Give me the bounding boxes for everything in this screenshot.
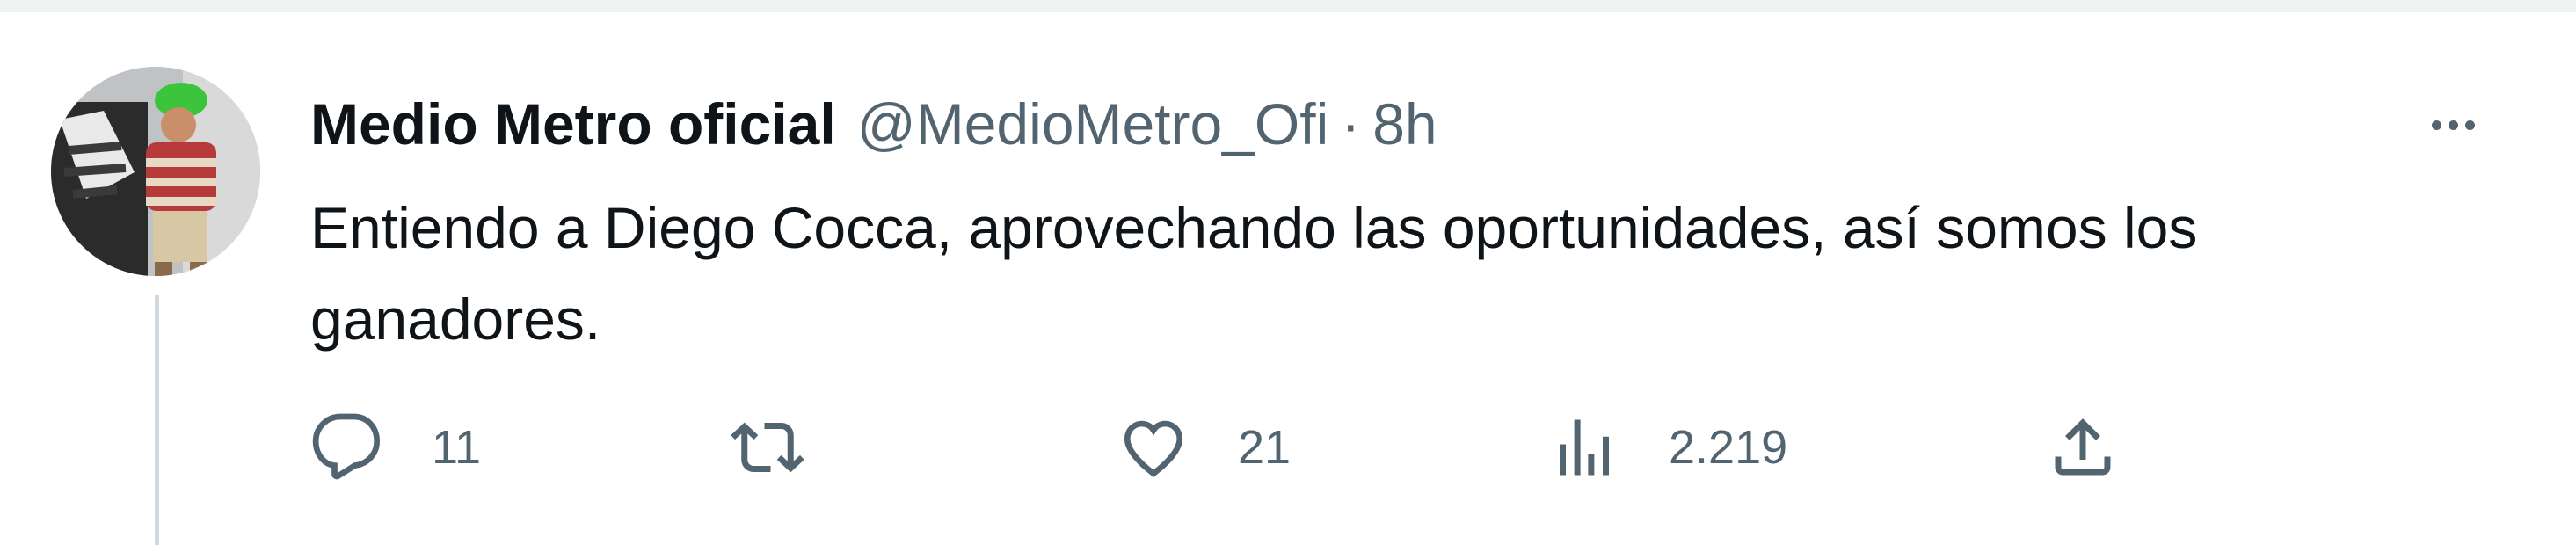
retweet-icon [731,422,804,473]
tweet-header: Medio Metro oficial @MedioMetro_Ofi · 8h [310,84,1437,164]
timeline-divider [0,0,2576,12]
more-icon [2431,120,2441,130]
views-icon [1560,419,1609,476]
share-icon [2055,418,2111,476]
more-icon-dot [2448,120,2458,130]
like-button[interactable]: 21 [1117,403,1291,491]
avatar[interactable] [51,67,260,276]
user-handle[interactable]: @MedioMetro_Ofi [857,91,1329,157]
tweet[interactable]: Medio Metro oficial @MedioMetro_Ofi · 8h… [0,12,2576,545]
tweet-text: Entiendo a Diego Cocca, aprovechando las… [310,195,2198,352]
avatar-image [51,67,260,276]
separator-dot: · [1341,91,1361,156]
timestamp[interactable]: 8h [1372,91,1437,157]
reply-icon [312,413,381,480]
thread-line [155,295,159,545]
reply-button[interactable]: 11 [310,403,481,491]
like-count: 21 [1238,421,1292,474]
reply-count: 11 [432,421,482,474]
views-count: 2.219 [1669,421,1788,474]
heart-icon [1124,420,1183,478]
share-button[interactable] [2046,403,2120,491]
display-name[interactable]: Medio Metro oficial [310,91,836,157]
more-icon-dot [2464,120,2475,130]
retweet-button[interactable] [731,403,852,491]
action-bar: 11 21 2.219 [310,403,2157,491]
more-button[interactable] [2413,98,2492,151]
views-button[interactable]: 2.219 [1547,403,1787,491]
